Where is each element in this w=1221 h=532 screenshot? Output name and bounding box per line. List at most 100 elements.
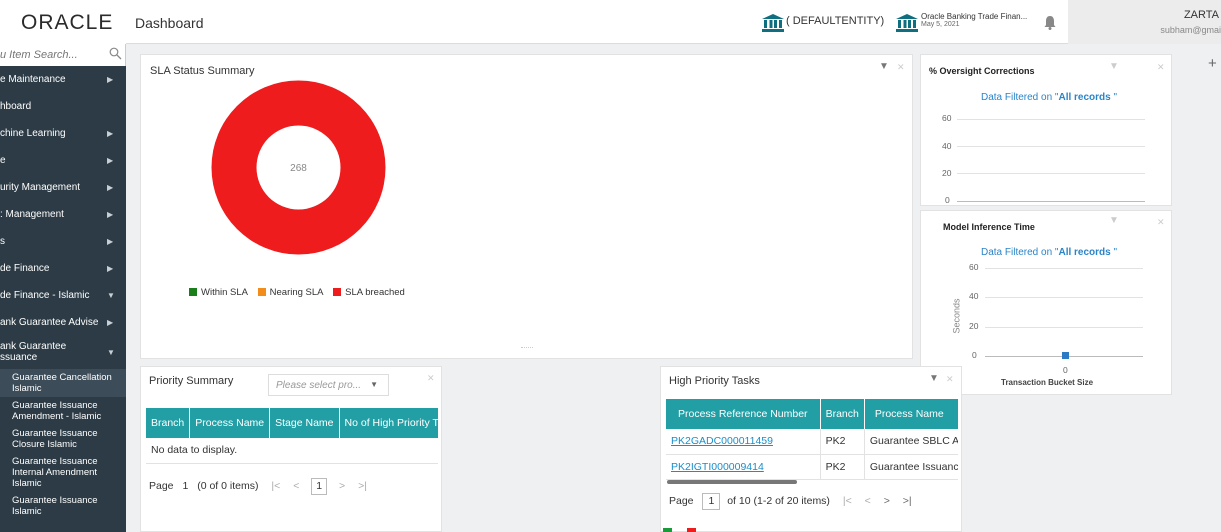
process-select[interactable]: Please select pro... ▼: [268, 374, 389, 396]
data-filter-note: Data Filtered on "All records ": [981, 92, 1118, 103]
menu-item-s[interactable]: s ▶: [0, 228, 126, 255]
submenu-item-guarantee-issuance-internal-amendment-islamic[interactable]: Guarantee Issuance Internal Amendment Is…: [0, 453, 126, 492]
page-title: Dashboard: [135, 15, 204, 31]
prev-page-icon[interactable]: <: [865, 495, 871, 507]
last-page-icon[interactable]: >|: [903, 495, 912, 507]
tasks-table: Process Reference Number Branch Process …: [666, 399, 958, 480]
legend-sla-breached[interactable]: SLA breached: [333, 287, 405, 298]
resize-handle[interactable]: [521, 347, 533, 349]
table-cell: PK2: [820, 429, 865, 455]
sla-donut-chart[interactable]: 268: [211, 80, 386, 255]
bank-icon[interactable]: [762, 14, 784, 32]
prev-page-icon[interactable]: <: [293, 480, 299, 492]
last-page-icon[interactable]: >|: [358, 480, 367, 492]
menu-label: de Finance: [0, 263, 50, 274]
chevron-down-icon: ▼: [370, 380, 378, 389]
column-header[interactable]: Branch: [146, 408, 191, 438]
menu-item-machine-learning[interactable]: chine Learning ▶: [0, 120, 126, 147]
menu-label: e: [0, 155, 6, 166]
menu-item-trade-finance-islamic[interactable]: de Finance - Islamic ▼: [0, 282, 126, 309]
branch-date: May 5, 2021: [921, 21, 960, 28]
oracle-logo[interactable]: ORACLE: [21, 11, 113, 35]
menu-label: e Maintenance: [0, 74, 66, 85]
pager-label: Page: [669, 495, 694, 507]
y-tick-label: 0: [972, 350, 977, 360]
menu-search-input[interactable]: [0, 47, 104, 63]
first-page-icon[interactable]: |<: [843, 495, 852, 507]
menu-label: : Management: [0, 209, 64, 220]
search-icon[interactable]: [109, 47, 122, 60]
process-ref-link[interactable]: PK2GADC000011459: [666, 429, 821, 455]
close-icon[interactable]: ✕: [946, 374, 954, 385]
dropdown-placeholder: Please select pro...: [276, 380, 362, 391]
column-header[interactable]: Process Name: [189, 408, 271, 438]
menu-item-bank-guarantee-advise[interactable]: ank Guarantee Advise ▶: [0, 309, 126, 336]
menu-item-core-maintenance[interactable]: e Maintenance ▶: [0, 66, 126, 93]
grid-line: [985, 297, 1143, 298]
panel-title: High Priority Tasks: [669, 375, 760, 387]
table-cell: Guarantee SBLC Adv: [864, 429, 958, 455]
sla-legend: Within SLA Nearing SLA SLA breached: [189, 287, 412, 298]
horizontal-scrollbar[interactable]: [667, 480, 797, 484]
y-axis-label: Seconds: [951, 298, 962, 334]
menu-label: urity Management: [0, 182, 81, 193]
filter-icon[interactable]: ▼: [1109, 215, 1119, 226]
filter-icon[interactable]: ▼: [879, 61, 889, 72]
menu-item-task-management[interactable]: : Management ▶: [0, 201, 126, 228]
menu-item-bank-guarantee-issuance[interactable]: ank Guarantee ssuance ▼: [0, 336, 126, 369]
first-page-icon[interactable]: |<: [271, 480, 280, 492]
branch-name[interactable]: Oracle Banking Trade Finan...: [921, 12, 1027, 21]
tasks-pager: Page 1 of 10 (1-2 of 20 items) |< < > >|: [669, 493, 917, 510]
close-icon[interactable]: ✕: [427, 373, 435, 384]
column-header[interactable]: Process Reference Number: [666, 399, 821, 429]
y-tick-label: 40: [942, 141, 952, 151]
bell-icon[interactable]: [1044, 16, 1056, 30]
table-header-row: Branch Process Name Stage Name No of Hig…: [146, 408, 438, 438]
next-page-icon[interactable]: >: [884, 495, 890, 507]
user-email: subham@gmai: [1160, 25, 1221, 35]
panel-title: SLA Status Summary: [150, 65, 255, 77]
table-cell: Guarantee Issuance: [864, 454, 958, 480]
next-page-icon[interactable]: >: [339, 480, 345, 492]
data-point[interactable]: [1062, 352, 1069, 359]
submenu-item-guarantee-issuance-islamic[interactable]: Guarantee Issuance Islamic: [0, 492, 126, 520]
submenu-item-guarantee-issuance-closure-islamic[interactable]: Guarantee Issuance Closure Islamic: [0, 425, 126, 453]
legend-nearing-sla[interactable]: Nearing SLA: [257, 287, 324, 298]
table-row: No data to display.: [146, 438, 438, 464]
page-button[interactable]: 1: [311, 478, 328, 495]
logo-area: ORACLE: [0, 0, 126, 44]
submenu-item-guarantee-cancellation-islamic[interactable]: Guarantee Cancellation Islamic: [0, 369, 126, 397]
menu-item-e[interactable]: e ▶: [0, 147, 126, 174]
donut-center-value: 268: [290, 163, 307, 174]
bank-icon[interactable]: [896, 14, 918, 32]
legend-within-sla[interactable]: Within SLA: [189, 287, 248, 298]
close-icon[interactable]: ✕: [1157, 62, 1165, 73]
user-menu[interactable]: ZARTA subham@gmai: [1068, 0, 1221, 44]
menu-item-security-management[interactable]: urity Management ▶: [0, 174, 126, 201]
y-tick-label: 60: [969, 262, 979, 272]
app-header: ORACLE Dashboard ( DEFAULTENTITY) Oracle…: [0, 0, 1221, 44]
page-input[interactable]: 1: [702, 493, 721, 510]
column-header[interactable]: Stage Name: [269, 408, 340, 438]
entity-selector[interactable]: ( DEFAULTENTITY): [786, 15, 884, 27]
process-ref-link[interactable]: PK2IGTI000009414: [666, 454, 821, 480]
pager-info: (0 of 0 items): [197, 480, 259, 492]
column-header[interactable]: Branch: [820, 399, 865, 429]
grid-line: [985, 268, 1143, 269]
menu-item-dashboard[interactable]: hboard: [0, 93, 126, 120]
filter-icon[interactable]: ▼: [1109, 61, 1119, 72]
column-header[interactable]: No of High Priority T: [339, 408, 438, 438]
chevron-right-icon: ▶: [107, 264, 114, 273]
filter-icon[interactable]: ▼: [929, 373, 939, 384]
y-tick-label: 40: [969, 291, 979, 301]
y-tick-label: 20: [969, 321, 979, 331]
close-icon[interactable]: ✕: [1157, 217, 1165, 228]
menu-item-trade-finance[interactable]: de Finance ▶: [0, 255, 126, 282]
chevron-right-icon: ▶: [107, 156, 114, 165]
add-widget-icon[interactable]: +: [1208, 55, 1217, 72]
column-header[interactable]: Process Name: [864, 399, 958, 429]
submenu-item-guarantee-issuance-amendment-islamic[interactable]: Guarantee Issuance Amendment - Islamic: [0, 397, 126, 425]
grid-line: [957, 173, 1145, 174]
close-icon[interactable]: ✕: [897, 62, 905, 73]
main-menu: e Maintenance ▶ hboard chine Learning ▶ e ▶…: [0, 66, 126, 520]
